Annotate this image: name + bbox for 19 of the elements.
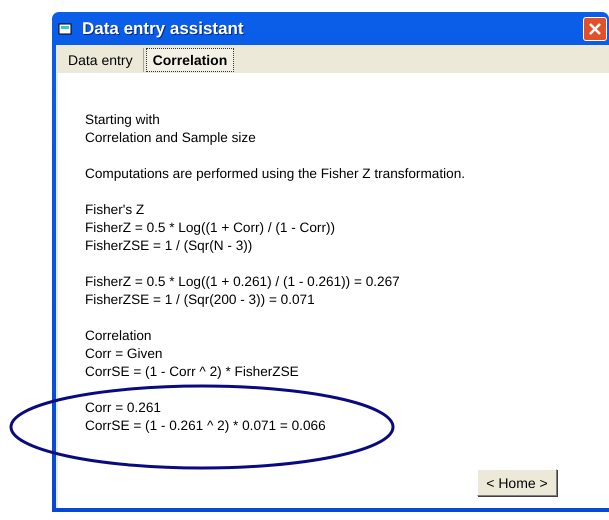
text-line: Correlation (85, 327, 152, 345)
text-line: FisherZSE = 1 / (Sqr(N - 3)) (85, 237, 254, 255)
window-title: Data entry assistant (82, 18, 245, 38)
text-line: Starting with (85, 111, 161, 129)
text-line: Corr = 0.261 (85, 399, 162, 417)
close-icon (588, 22, 602, 36)
close-button[interactable] (583, 16, 607, 40)
text-line: Computations are performed using the Fisher Z transformation. (85, 165, 466, 183)
text-line: FisherZSE = 1 / (Sqr(200 - 3)) = 0.071 (85, 291, 316, 309)
text-line: Correlation and Sample size (85, 129, 257, 147)
text-line: Corr = Given (85, 345, 164, 363)
window-icon (58, 22, 74, 36)
tab[interactable]: Correlation (146, 48, 234, 72)
text-line: FisherZ = 0.5 * Log((1 + Corr) / (1 - Corr)) (85, 219, 336, 237)
text-line: Fisher's Z (85, 201, 146, 219)
text-line: CorrSE = (1 - Corr ^ 2) * FisherZSE (85, 363, 300, 381)
text-line: CorrSE = (1 - 0.261 ^ 2) * 0.071 = 0.066 (85, 417, 327, 435)
home-button[interactable]: < Home > (477, 469, 557, 496)
text-line: FisherZ = 0.5 * Log((1 + 0.261) / (1 - 0.261)) = 0.267 (85, 273, 401, 291)
